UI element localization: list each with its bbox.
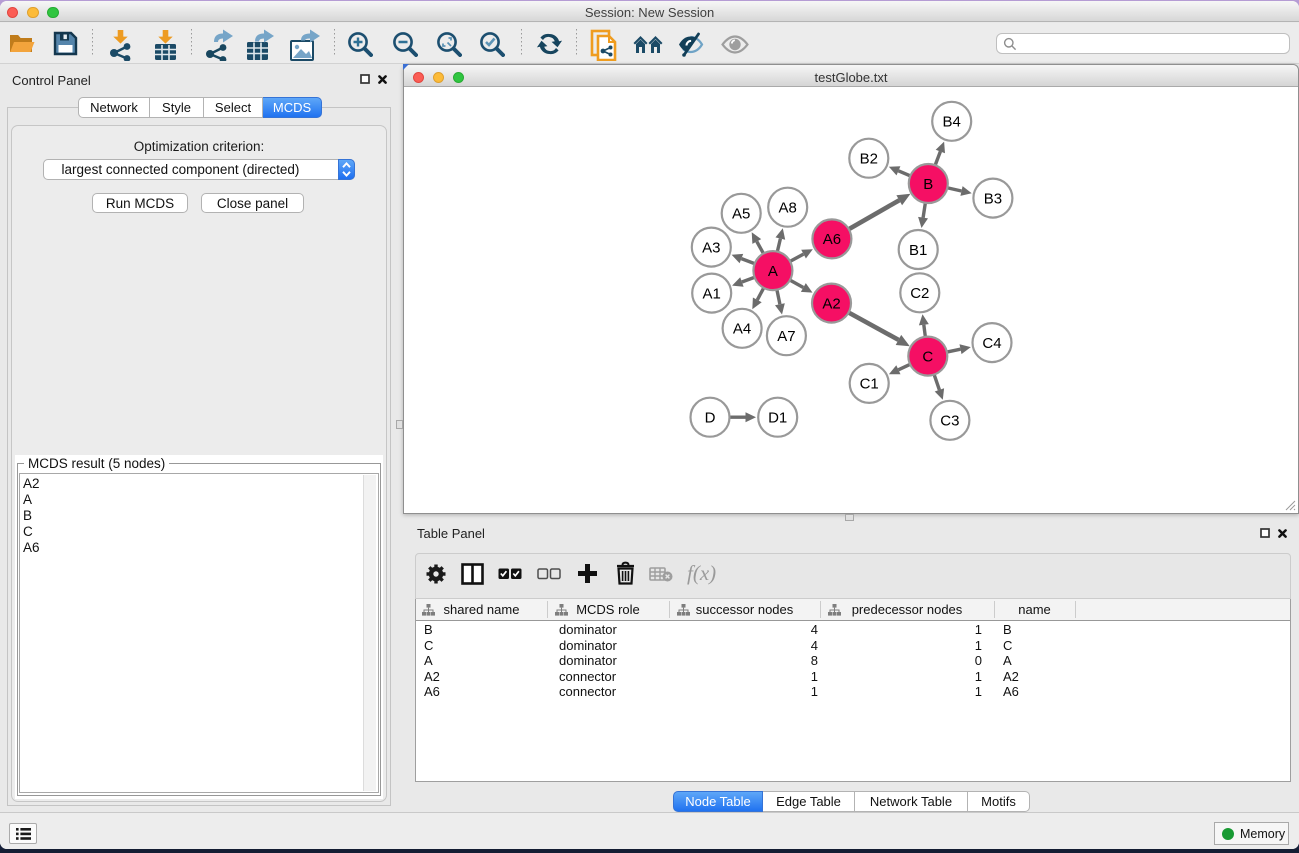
svg-text:A6: A6 (822, 231, 840, 248)
svg-text:B2: B2 (859, 150, 877, 167)
svg-text:A: A (767, 262, 777, 279)
svg-text:D1: D1 (768, 409, 787, 426)
svg-text:A5: A5 (732, 205, 750, 222)
svg-text:C: C (922, 348, 933, 365)
svg-text:A4: A4 (732, 320, 750, 337)
svg-text:A8: A8 (778, 199, 796, 216)
svg-text:B: B (923, 175, 933, 192)
svg-text:C1: C1 (859, 375, 878, 392)
svg-text:C2: C2 (910, 285, 929, 302)
svg-text:A2: A2 (822, 295, 840, 312)
svg-text:C3: C3 (940, 412, 959, 429)
svg-text:B3: B3 (983, 190, 1001, 207)
svg-text:B4: B4 (942, 113, 960, 130)
svg-text:B1: B1 (909, 241, 927, 258)
svg-text:A1: A1 (702, 285, 720, 302)
svg-text:C4: C4 (982, 334, 1001, 351)
svg-text:A7: A7 (777, 328, 795, 345)
svg-text:A3: A3 (702, 239, 720, 256)
svg-text:D: D (704, 409, 715, 426)
